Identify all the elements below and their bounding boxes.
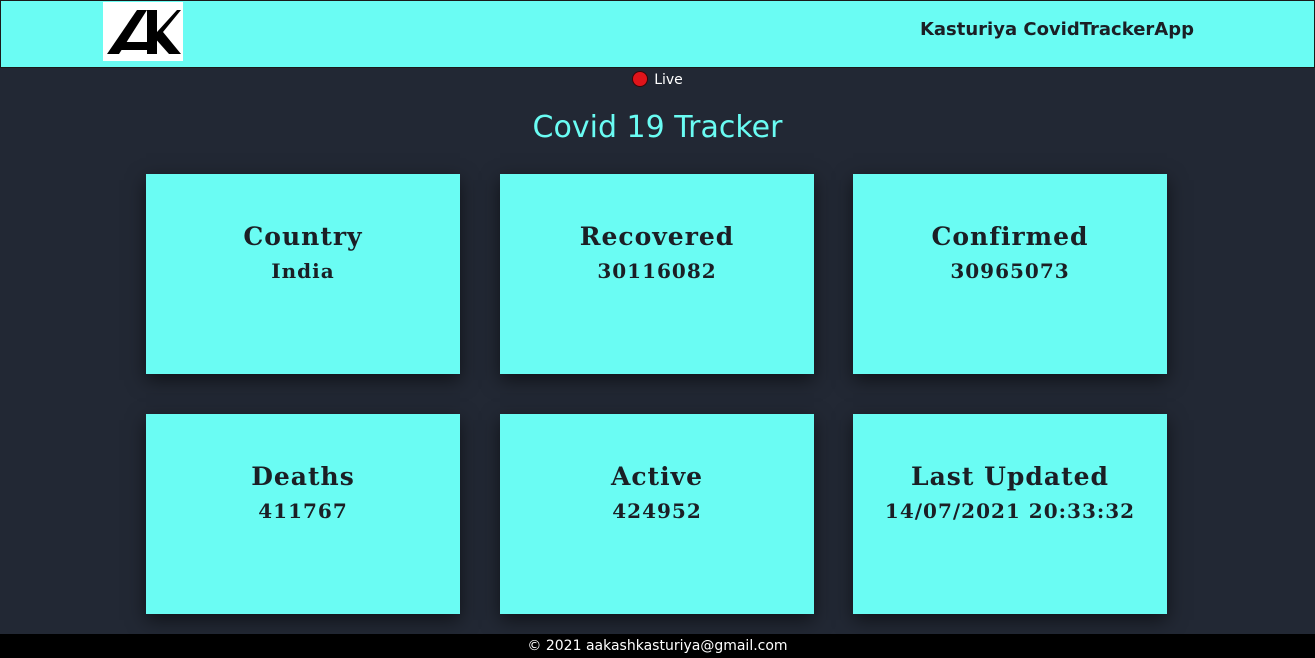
card-value: India: [271, 259, 335, 283]
brand-title[interactable]: Kasturiya CovidTrackerApp: [920, 19, 1194, 40]
card-value: 30116082: [597, 259, 717, 283]
card-value: 424952: [612, 499, 702, 523]
card-label: Deaths: [251, 462, 355, 491]
card-country: Country India: [146, 174, 460, 374]
footer: © 2021 aakashkasturiya@gmail.com: [0, 634, 1315, 658]
card-label: Country: [243, 222, 363, 251]
card-label: Last Updated: [911, 462, 1109, 491]
ak-logo-icon[interactable]: [103, 2, 183, 61]
card-confirmed: Confirmed 30965073: [853, 174, 1167, 374]
card-label: Active: [610, 462, 704, 491]
navbar: Kasturiya CovidTrackerApp: [0, 0, 1315, 68]
card-value: 14/07/2021 20:33:32: [884, 499, 1136, 523]
card-last-updated: Last Updated 14/07/2021 20:33:32: [853, 414, 1167, 614]
card-value: 30965073: [950, 259, 1070, 283]
card-value: 411767: [258, 499, 348, 523]
card-active: Active 424952: [500, 414, 814, 614]
card-label: Confirmed: [931, 222, 1089, 251]
live-dot-icon: [632, 71, 649, 87]
card-recovered: Recovered 30116082: [500, 174, 814, 374]
live-label: Live: [654, 72, 683, 88]
live-indicator: Live: [0, 71, 1315, 88]
page-title: Covid 19 Tracker: [532, 110, 783, 145]
card-label: Recovered: [579, 222, 735, 251]
card-deaths: Deaths 411767: [146, 414, 460, 614]
